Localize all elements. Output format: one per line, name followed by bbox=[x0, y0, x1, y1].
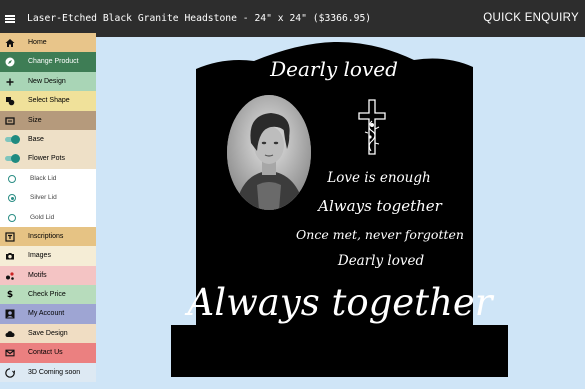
cross-motif[interactable] bbox=[358, 99, 386, 155]
menu-icon[interactable] bbox=[5, 15, 15, 23]
sidebar-item-contact-us[interactable]: Contact Us bbox=[0, 343, 96, 363]
sidebar-item-label: New Design bbox=[28, 77, 66, 85]
sidebar-item-home[interactable]: Home bbox=[0, 33, 96, 53]
sidebar-item-base[interactable]: Base bbox=[0, 129, 96, 150]
sidebar-item-label: Size bbox=[28, 116, 42, 124]
sidebar-item-label: Flower Pots bbox=[28, 155, 65, 163]
inscription-line-1[interactable]: Dearly loved bbox=[270, 57, 398, 81]
account-icon bbox=[5, 309, 15, 319]
flower-pots-toggle[interactable] bbox=[4, 154, 20, 164]
camera-icon bbox=[5, 251, 15, 261]
product-title: Laser-Etched Black Granite Headstone - 2… bbox=[27, 13, 372, 24]
top-bar: Laser-Etched Black Granite Headstone - 2… bbox=[0, 0, 585, 37]
sidebar-item-label: 3D Coming soon bbox=[28, 368, 81, 376]
base-toggle[interactable] bbox=[4, 134, 20, 144]
sidebar-item-label: Inscriptions bbox=[28, 232, 64, 240]
dollar-icon: $ bbox=[6, 289, 14, 300]
sidebar-item-label: Select Shape bbox=[28, 97, 70, 105]
inscription-line-6[interactable]: Always together bbox=[188, 281, 493, 324]
inscription-line-4[interactable]: Once met, never forgotten bbox=[296, 227, 464, 242]
quick-enquiry-button[interactable]: QUICK ENQUIRY bbox=[483, 12, 579, 24]
mail-icon bbox=[5, 348, 15, 358]
sidebar-item-label: Images bbox=[28, 252, 51, 260]
sidebar: Home Change Product New Design Select Sh… bbox=[0, 33, 96, 389]
sidebar-item-label: Motifs bbox=[28, 271, 47, 279]
sidebar-item-label: Home bbox=[28, 39, 47, 46]
compass-icon bbox=[5, 57, 15, 67]
design-canvas[interactable]: Dearly loved Love is enough Always toget… bbox=[96, 37, 585, 389]
silver-lid-radio[interactable] bbox=[8, 194, 16, 203]
motif-icon bbox=[5, 271, 15, 281]
sidebar-item-label: Save Design bbox=[28, 329, 68, 337]
sidebar-item-label: Contact Us bbox=[28, 349, 63, 357]
sidebar-item-black-lid[interactable]: Black Lid bbox=[0, 168, 96, 189]
sidebar-item-change-product[interactable]: Change Product bbox=[0, 52, 96, 72]
gold-lid-radio[interactable] bbox=[8, 213, 16, 222]
sidebar-item-motifs[interactable]: Motifs bbox=[0, 265, 96, 286]
shape-icon bbox=[5, 96, 15, 106]
sidebar-item-label: Black Lid bbox=[30, 174, 57, 182]
inscription-line-3[interactable]: Always together bbox=[318, 197, 442, 215]
sidebar-item-my-account[interactable]: My Account bbox=[0, 304, 96, 324]
sidebar-item-check-price[interactable]: $ Check Price bbox=[0, 285, 96, 305]
portrait-image[interactable] bbox=[227, 95, 311, 210]
size-icon bbox=[5, 116, 15, 126]
sidebar-item-inscriptions[interactable]: Inscriptions bbox=[0, 226, 96, 247]
sidebar-item-gold-lid[interactable]: Gold Lid bbox=[0, 207, 96, 227]
sidebar-item-label: Check Price bbox=[28, 291, 66, 299]
home-icon bbox=[5, 38, 15, 48]
sidebar-item-images[interactable]: Images bbox=[0, 246, 96, 266]
sidebar-item-label: My Account bbox=[28, 310, 65, 318]
cloud-icon bbox=[5, 329, 15, 339]
plus-icon bbox=[5, 77, 15, 87]
sidebar-item-label: Base bbox=[28, 135, 44, 143]
sidebar-item-label: Silver Lid bbox=[30, 194, 57, 202]
sidebar-item-flower-pots[interactable]: Flower Pots bbox=[0, 149, 96, 169]
inscription-line-5[interactable]: Dearly loved bbox=[338, 253, 424, 269]
sidebar-item-save-design[interactable]: Save Design bbox=[0, 323, 96, 344]
sidebar-item-select-shape[interactable]: Select Shape bbox=[0, 91, 96, 111]
headstone-base bbox=[171, 325, 508, 377]
3d-icon bbox=[5, 367, 15, 378]
sidebar-item-label: Gold Lid bbox=[30, 213, 55, 221]
sidebar-item-silver-lid[interactable]: Silver Lid bbox=[0, 188, 96, 208]
sidebar-item-size[interactable]: Size bbox=[0, 110, 96, 130]
black-lid-radio[interactable] bbox=[8, 174, 16, 183]
sidebar-item-label: Change Product bbox=[28, 58, 79, 66]
inscription-line-2[interactable]: Love is enough bbox=[327, 170, 430, 186]
sidebar-item-new-design[interactable]: New Design bbox=[0, 71, 96, 92]
inscription-icon bbox=[5, 232, 15, 242]
sidebar-item-3d[interactable]: 3D Coming soon bbox=[0, 362, 96, 383]
